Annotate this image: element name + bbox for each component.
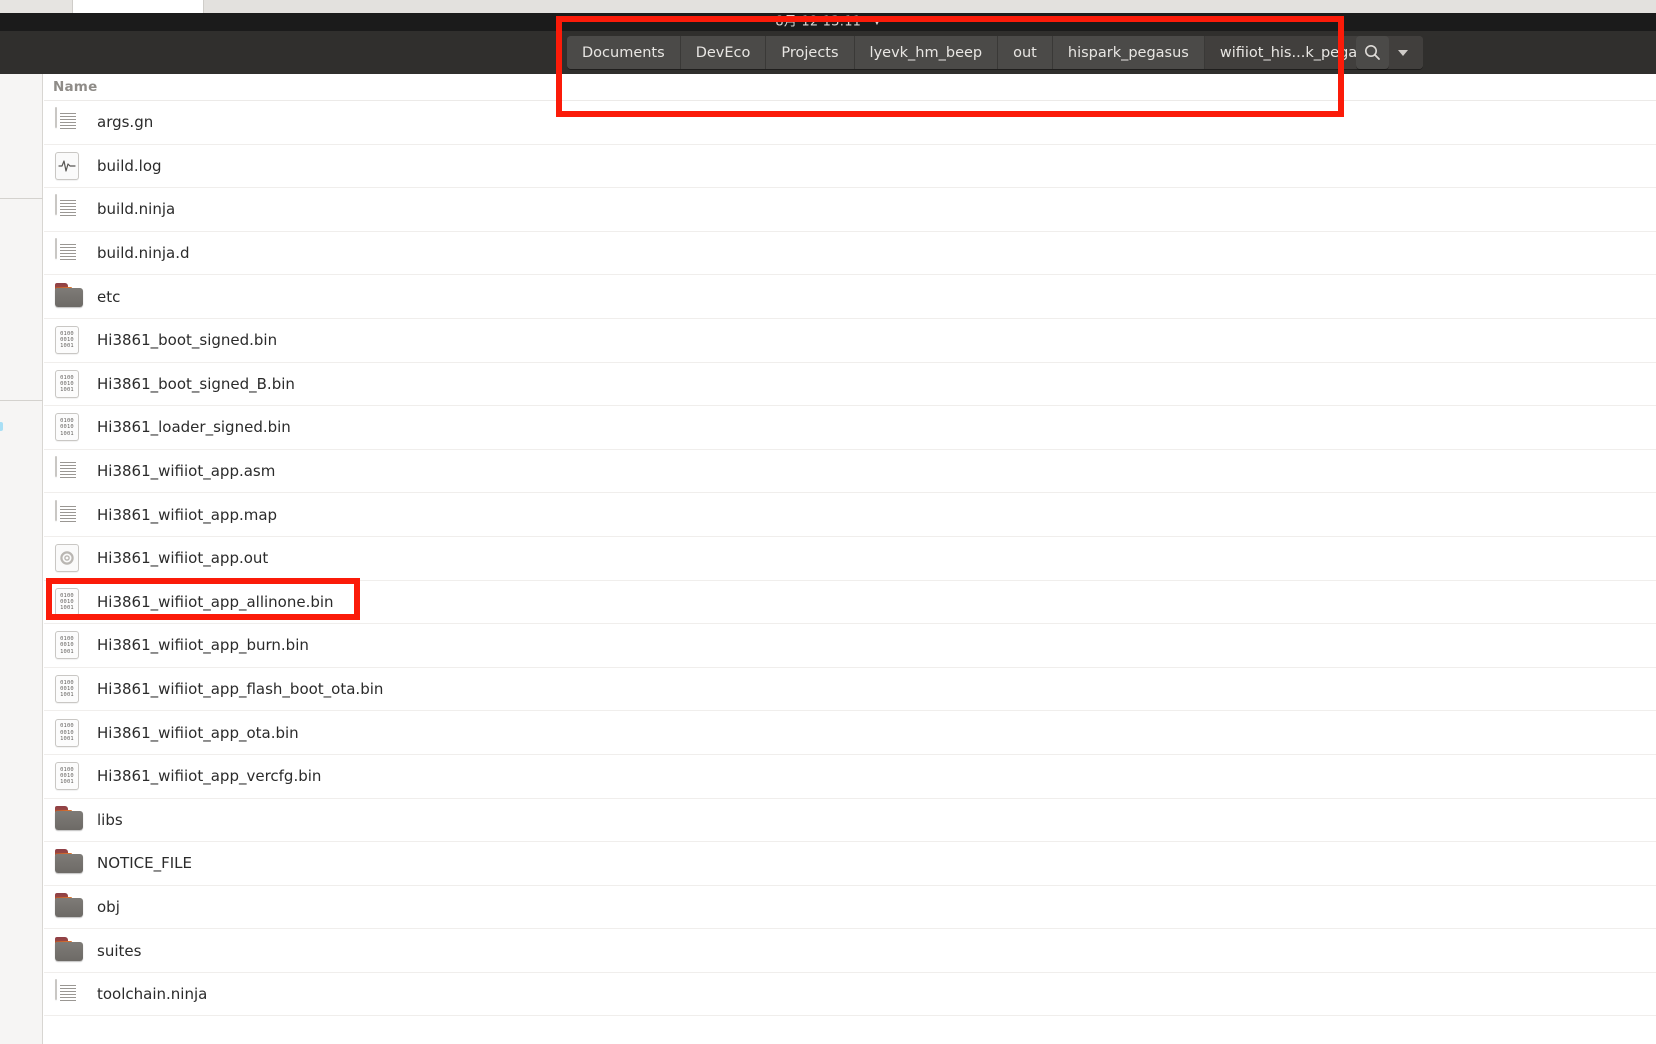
file-list-item[interactable]: suites xyxy=(44,929,1656,973)
file-list-item[interactable]: 0100 0010 1001 Hi3861_wifiiot_app_burn.bin xyxy=(44,624,1656,668)
document-icon xyxy=(55,456,81,485)
binary-file-icon: 0100 0010 1001 xyxy=(55,762,81,791)
file-name-label: toolchain.ninja xyxy=(97,985,208,1004)
file-name-label: Hi3861_wifiiot_app.map xyxy=(97,505,278,524)
binary-file-icon: 0100 0010 1001 xyxy=(55,413,81,442)
file-list-item[interactable]: build.log xyxy=(44,144,1656,189)
file-list-item[interactable]: Hi3861_wifiiot_app.asm xyxy=(44,449,1656,494)
binary-file-icon: 0100 0010 1001 xyxy=(55,675,81,704)
document-icon xyxy=(55,194,81,223)
column-header-name[interactable]: Name xyxy=(53,79,97,95)
file-list-item[interactable]: Hi3861_wifiiot_app.out xyxy=(44,536,1656,581)
file-manager-window: 8月 12 13:11 ▼ Documents DevEco Projects lye… xyxy=(0,0,1656,1044)
breadcrumb-item-label: out xyxy=(1013,44,1037,61)
breadcrumb: Documents DevEco Projects lyevk_hm_beep out h… xyxy=(567,36,1424,69)
file-list-item[interactable]: 0100 0010 1001 Hi3861_loader_signed.bin xyxy=(44,406,1656,450)
folder-icon xyxy=(55,892,83,921)
file-list-item[interactable]: Hi3861_wifiiot_app.map xyxy=(44,493,1656,537)
file-list-item[interactable]: NOTICE_FILE xyxy=(44,842,1656,886)
system-clock[interactable]: 8月 12 13:11 ▼ xyxy=(0,14,1656,31)
file-list[interactable]: Name args.gn build.log build.ninja build.ni… xyxy=(44,74,1656,1044)
chevron-down-icon[interactable] xyxy=(1398,49,1409,56)
file-list-rows: args.gn build.log build.ninja build.ninja.d… xyxy=(44,101,1656,1017)
folder-icon xyxy=(55,805,83,834)
file-name-label: Hi3861_wifiiot_app.asm xyxy=(97,462,276,481)
folder-icon xyxy=(55,282,83,311)
file-list-item[interactable]: 0100 0010 1001 Hi3861_wifiiot_app_flash_boo… xyxy=(44,667,1656,712)
background-window-strip xyxy=(0,0,1656,13)
file-list-item[interactable]: obj xyxy=(44,885,1656,930)
file-name-label: Hi3861_wifiiot_app_vercfg.bin xyxy=(97,767,322,786)
file-name-label: Hi3861_wifiiot_app_flash_boot_ota.bin xyxy=(97,680,384,699)
file-name-label: Hi3861_wifiiot_app_burn.bin xyxy=(97,636,309,655)
file-name-label: Hi3861_boot_signed_B.bin xyxy=(97,374,295,393)
chevron-down-icon: ▼ xyxy=(873,17,881,27)
binary-file-icon: 0100 0010 1001 xyxy=(55,326,81,355)
document-icon xyxy=(55,499,81,529)
file-name-label: Hi3861_wifiiot_app_allinone.bin xyxy=(97,592,334,611)
binary-file-icon: 0100 0010 1001 xyxy=(55,718,81,747)
file-name-label: build.ninja.d xyxy=(97,244,190,263)
breadcrumb-item[interactable]: Projects xyxy=(766,36,855,69)
breadcrumb-item[interactable]: DevEco xyxy=(680,36,767,69)
folder-icon xyxy=(55,849,83,877)
file-name-label: suites xyxy=(97,941,142,960)
background-window-strip-right xyxy=(204,0,1656,13)
file-name-label: NOTICE_FILE xyxy=(97,854,192,873)
file-name-label: build.ninja xyxy=(97,200,176,219)
file-name-label: Hi3861_loader_signed.bin xyxy=(97,418,291,437)
document-icon xyxy=(55,238,81,267)
log-file-icon xyxy=(55,151,81,180)
breadcrumb-item[interactable]: Documents xyxy=(567,36,681,69)
file-name-label: Hi3861_boot_signed.bin xyxy=(97,331,278,350)
executable-icon xyxy=(55,544,81,573)
file-list-item[interactable]: 0100 0010 1001 Hi3861_wifiiot_app_vercfg.bi… xyxy=(44,754,1656,799)
binary-file-icon: 0100 0010 1001 xyxy=(55,631,81,660)
document-icon xyxy=(55,979,81,1008)
sidebar-selection-indicator xyxy=(0,422,3,431)
file-name-label: Hi3861_wifiiot_app_ota.bin xyxy=(97,723,299,742)
file-name-label: etc xyxy=(97,287,121,306)
document-icon xyxy=(55,107,81,136)
breadcrumb-item[interactable]: lyevk_hm_beep xyxy=(854,36,999,69)
breadcrumb-item-label: Projects xyxy=(781,44,839,61)
file-list-item[interactable]: libs xyxy=(44,798,1656,843)
binary-file-icon: 0100 0010 1001 xyxy=(55,369,81,398)
background-window-tab xyxy=(72,0,204,13)
file-list-column-header: Name xyxy=(44,74,1656,101)
file-list-item[interactable]: build.ninja.d xyxy=(44,231,1656,276)
sidebar-divider xyxy=(0,198,43,199)
file-list-item[interactable]: 0100 0010 1001 Hi3861_wifiiot_app_ota.bin xyxy=(44,711,1656,755)
binary-file-icon: 0100 0010 1001 xyxy=(55,587,81,616)
file-name-label: Hi3861_wifiiot_app.out xyxy=(97,549,269,568)
file-list-item[interactable]: build.ninja xyxy=(44,188,1656,232)
breadcrumb-item-label: Documents xyxy=(582,44,665,61)
file-list-item[interactable]: etc xyxy=(44,275,1656,319)
file-name-label: build.log xyxy=(97,156,162,175)
file-list-item[interactable]: toolchain.ninja xyxy=(44,972,1656,1017)
search-button[interactable] xyxy=(1356,36,1389,69)
file-list-item[interactable]: args.gn xyxy=(44,101,1656,145)
file-name-label: args.gn xyxy=(97,113,154,132)
folder-icon xyxy=(55,936,83,965)
file-name-label: obj xyxy=(97,897,120,916)
breadcrumb-item[interactable]: hispark_pegasus xyxy=(1052,36,1205,69)
breadcrumb-item[interactable]: wifiiot_his...k_pegasus xyxy=(1204,36,1424,69)
search-icon xyxy=(1365,45,1380,60)
desktop-titlebar: 8月 12 13:11 ▼ xyxy=(0,13,1656,31)
breadcrumb-item-label: lyevk_hm_beep xyxy=(869,44,983,61)
file-list-item[interactable]: 0100 0010 1001 Hi3861_wifiiot_app_allinone.… xyxy=(44,580,1656,625)
breadcrumb-item[interactable]: out xyxy=(998,36,1053,69)
breadcrumb-item-label: DevEco xyxy=(695,44,751,61)
file-name-label: libs xyxy=(97,810,123,829)
sidebar-divider xyxy=(0,400,43,401)
breadcrumb-item-label: hispark_pegasus xyxy=(1067,44,1189,61)
file-list-item[interactable]: 0100 0010 1001 Hi3861_boot_signed_B.bin xyxy=(44,362,1656,407)
system-clock-label: 8月 12 13:11 xyxy=(775,14,862,30)
file-list-item[interactable]: 0100 0010 1001 Hi3861_boot_signed.bin xyxy=(44,318,1656,363)
sidebar[interactable] xyxy=(0,74,43,1044)
